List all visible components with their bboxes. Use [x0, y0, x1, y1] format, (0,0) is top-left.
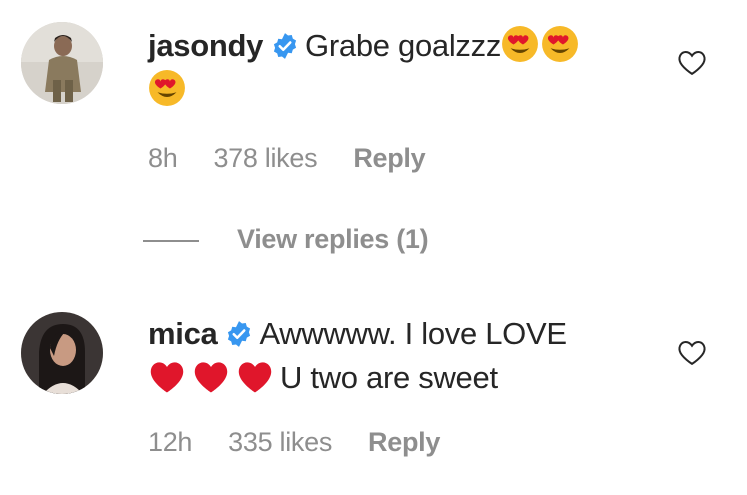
- comment-text: Grabe goalzzz: [305, 28, 502, 63]
- avatar[interactable]: [21, 22, 103, 104]
- like-heart-icon[interactable]: [677, 48, 707, 76]
- heart-eyes-emoji-icon: [502, 26, 538, 62]
- avatar[interactable]: [21, 312, 103, 394]
- red-heart-emoji-icon: [150, 362, 184, 393]
- comment-body: jasondy Grabe goalzzz: [148, 24, 647, 112]
- replies-divider: [143, 239, 199, 242]
- comment-timestamp[interactable]: 8h: [148, 143, 178, 173]
- view-replies-button[interactable]: View replies (1): [143, 224, 429, 255]
- comment-meta: 12h 335 likes Reply: [148, 427, 476, 458]
- comment-item: jasondy Grabe goalzzz 8h 378 likes Reply Vi…: [0, 0, 747, 270]
- username[interactable]: jasondy: [148, 28, 263, 63]
- comment-body: mica Awwwww. I love LOVE U two are sweet: [148, 312, 647, 400]
- comment-timestamp[interactable]: 12h: [148, 427, 192, 457]
- reply-button[interactable]: Reply: [368, 427, 440, 457]
- comment-text: Awwwww. I love LOVE: [259, 316, 567, 351]
- like-heart-icon[interactable]: [677, 338, 707, 366]
- avatar-image: [21, 22, 103, 104]
- comment-item: mica Awwwww. I love LOVE U two are sweet 1…: [0, 292, 747, 492]
- comment-meta: 8h 378 likes Reply: [148, 143, 461, 174]
- username[interactable]: mica: [148, 316, 218, 351]
- view-replies-label: View replies (1): [237, 224, 429, 254]
- red-heart-emoji-icon: [194, 362, 228, 393]
- avatar-image: [21, 312, 103, 394]
- likes-count[interactable]: 335 likes: [228, 427, 332, 457]
- likes-count[interactable]: 378 likes: [213, 143, 317, 173]
- verified-badge-icon: [273, 33, 297, 59]
- reply-button[interactable]: Reply: [353, 143, 425, 173]
- red-heart-emoji-icon: [238, 362, 272, 393]
- verified-badge-icon: [228, 321, 251, 347]
- comment-text-suffix: U two are sweet: [280, 360, 498, 395]
- heart-eyes-emoji-icon: [149, 70, 185, 106]
- heart-eyes-emoji-icon: [542, 26, 578, 62]
